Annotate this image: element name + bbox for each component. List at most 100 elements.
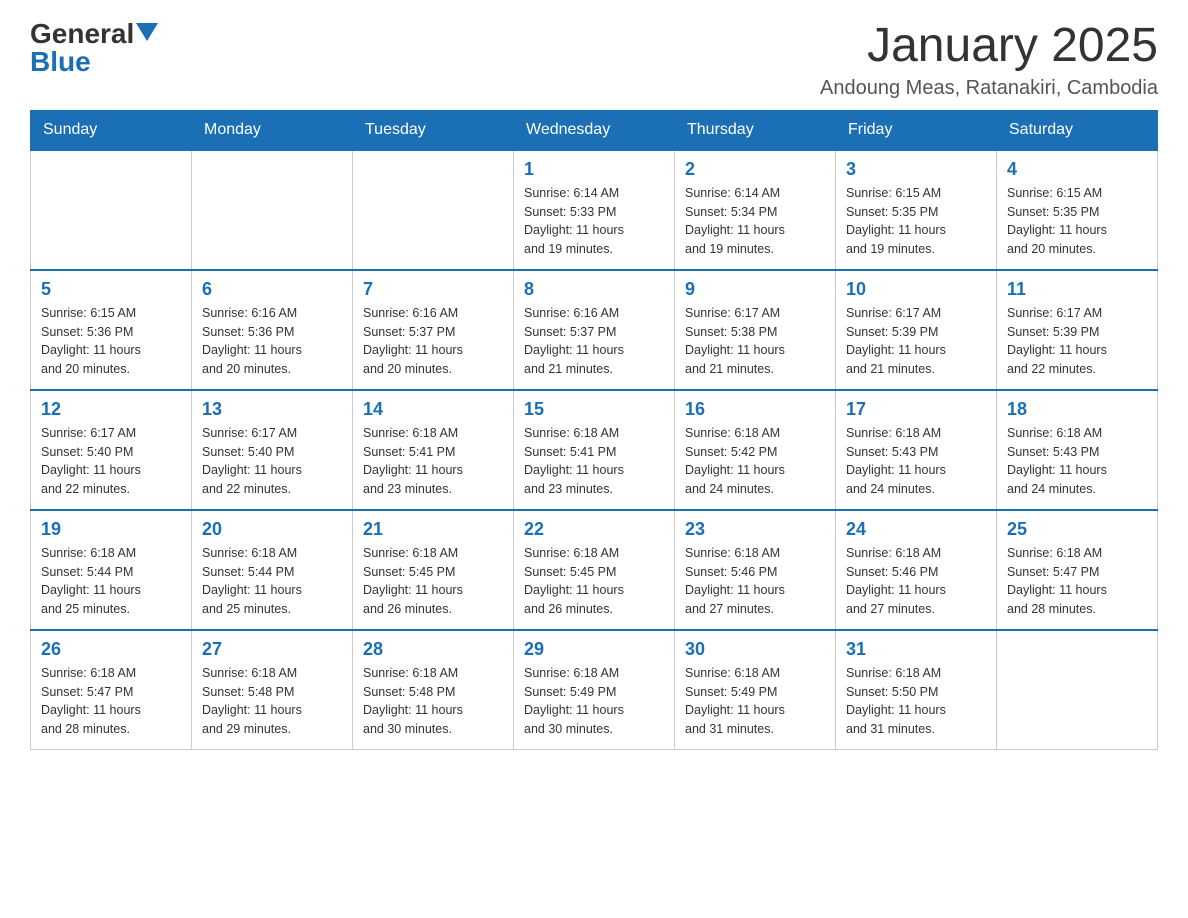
day-info: Sunrise: 6:18 AMSunset: 5:43 PMDaylight:… bbox=[846, 424, 986, 499]
day-info: Sunrise: 6:17 AMSunset: 5:39 PMDaylight:… bbox=[846, 304, 986, 379]
calendar-cell: 17 Sunrise: 6:18 AMSunset: 5:43 PMDayligh… bbox=[836, 390, 997, 510]
calendar-cell: 24 Sunrise: 6:18 AMSunset: 5:46 PMDayligh… bbox=[836, 510, 997, 630]
day-info: Sunrise: 6:18 AMSunset: 5:45 PMDaylight:… bbox=[363, 544, 503, 619]
calendar-cell: 2Sunrise: 6:14 AMSunset: 5:34 PMDaylight… bbox=[675, 150, 836, 270]
day-number: 23 bbox=[685, 519, 825, 540]
day-info: Sunrise: 6:17 AMSunset: 5:40 PMDaylight:… bbox=[41, 424, 181, 499]
day-info: Sunrise: 6:18 AMSunset: 5:48 PMDaylight:… bbox=[202, 664, 342, 739]
day-number: 24 bbox=[846, 519, 986, 540]
day-number: 19 bbox=[41, 519, 181, 540]
day-number: 28 bbox=[363, 639, 503, 660]
day-info: Sunrise: 6:14 AMSunset: 5:34 PMDaylight:… bbox=[685, 184, 825, 259]
calendar-cell: 9 Sunrise: 6:17 AMSunset: 5:38 PMDaylight… bbox=[675, 270, 836, 390]
day-number: 25 bbox=[1007, 519, 1147, 540]
day-info: Sunrise: 6:18 AMSunset: 5:48 PMDaylight:… bbox=[363, 664, 503, 739]
calendar-cell bbox=[192, 150, 353, 270]
calendar-cell: 13 Sunrise: 6:17 AMSunset: 5:40 PMDayligh… bbox=[192, 390, 353, 510]
calendar-cell: 27 Sunrise: 6:18 AMSunset: 5:48 PMDayligh… bbox=[192, 630, 353, 750]
day-number: 17 bbox=[846, 399, 986, 420]
day-info: Sunrise: 6:14 AMSunset: 5:33 PMDaylight:… bbox=[524, 184, 664, 259]
day-info: Sunrise: 6:18 AMSunset: 5:50 PMDaylight:… bbox=[846, 664, 986, 739]
day-number: 27 bbox=[202, 639, 342, 660]
day-info: Sunrise: 6:15 AMSunset: 5:35 PMDaylight:… bbox=[846, 184, 986, 259]
day-number: 22 bbox=[524, 519, 664, 540]
day-number: 16 bbox=[685, 399, 825, 420]
calendar-cell: 16 Sunrise: 6:18 AMSunset: 5:42 PMDayligh… bbox=[675, 390, 836, 510]
calendar-cell: 18Sunrise: 6:18 AMSunset: 5:43 PMDayligh… bbox=[997, 390, 1158, 510]
logo-arrow-icon bbox=[136, 23, 158, 41]
calendar-cell: 22 Sunrise: 6:18 AMSunset: 5:45 PMDayligh… bbox=[514, 510, 675, 630]
day-number: 7 bbox=[363, 279, 503, 300]
day-number: 3 bbox=[846, 159, 986, 180]
day-number: 21 bbox=[363, 519, 503, 540]
day-info: Sunrise: 6:15 AMSunset: 5:35 PMDaylight:… bbox=[1007, 184, 1147, 259]
day-number: 9 bbox=[685, 279, 825, 300]
logo-blue-text: Blue bbox=[30, 46, 91, 77]
calendar-cell: 4 Sunrise: 6:15 AMSunset: 5:35 PMDaylight… bbox=[997, 150, 1158, 270]
day-info: Sunrise: 6:16 AMSunset: 5:37 PMDaylight:… bbox=[363, 304, 503, 379]
title-section: January 2025 Andoung Meas, Ratanakiri, C… bbox=[820, 20, 1158, 100]
calendar-cell: 30Sunrise: 6:18 AMSunset: 5:49 PMDayligh… bbox=[675, 630, 836, 750]
day-number: 5 bbox=[41, 279, 181, 300]
calendar-cell bbox=[31, 150, 192, 270]
calendar-cell: 29 Sunrise: 6:18 AMSunset: 5:49 PMDayligh… bbox=[514, 630, 675, 750]
location: Andoung Meas, Ratanakiri, Cambodia bbox=[820, 77, 1158, 100]
calendar-cell: 5Sunrise: 6:15 AMSunset: 5:36 PMDaylight… bbox=[31, 270, 192, 390]
calendar-cell: 19 Sunrise: 6:18 AMSunset: 5:44 PMDayligh… bbox=[31, 510, 192, 630]
day-number: 10 bbox=[846, 279, 986, 300]
calendar-header-wednesday: Wednesday bbox=[514, 110, 675, 150]
calendar-header-saturday: Saturday bbox=[997, 110, 1158, 150]
day-info: Sunrise: 6:18 AMSunset: 5:45 PMDaylight:… bbox=[524, 544, 664, 619]
day-number: 30 bbox=[685, 639, 825, 660]
calendar-cell: 15 Sunrise: 6:18 AMSunset: 5:41 PMDayligh… bbox=[514, 390, 675, 510]
calendar-cell: 28 Sunrise: 6:18 AMSunset: 5:48 PMDayligh… bbox=[353, 630, 514, 750]
day-info: Sunrise: 6:16 AMSunset: 5:37 PMDaylight:… bbox=[524, 304, 664, 379]
day-number: 18 bbox=[1007, 399, 1147, 420]
calendar-cell: 25 Sunrise: 6:18 AMSunset: 5:47 PMDayligh… bbox=[997, 510, 1158, 630]
calendar-cell: 23Sunrise: 6:18 AMSunset: 5:46 PMDayligh… bbox=[675, 510, 836, 630]
day-info: Sunrise: 6:18 AMSunset: 5:41 PMDaylight:… bbox=[363, 424, 503, 499]
calendar-cell: 11 Sunrise: 6:17 AMSunset: 5:39 PMDayligh… bbox=[997, 270, 1158, 390]
day-number: 11 bbox=[1007, 279, 1147, 300]
day-info: Sunrise: 6:18 AMSunset: 5:42 PMDaylight:… bbox=[685, 424, 825, 499]
day-info: Sunrise: 6:18 AMSunset: 5:49 PMDaylight:… bbox=[524, 664, 664, 739]
day-info: Sunrise: 6:17 AMSunset: 5:39 PMDaylight:… bbox=[1007, 304, 1147, 379]
calendar-header-row: SundayMondayTuesdayWednesdayThursdayFrid… bbox=[31, 110, 1158, 150]
calendar-cell: 1 Sunrise: 6:14 AMSunset: 5:33 PMDaylight… bbox=[514, 150, 675, 270]
day-number: 15 bbox=[524, 399, 664, 420]
calendar-cell: 14 Sunrise: 6:18 AMSunset: 5:41 PMDayligh… bbox=[353, 390, 514, 510]
day-number: 29 bbox=[524, 639, 664, 660]
day-info: Sunrise: 6:18 AMSunset: 5:44 PMDaylight:… bbox=[41, 544, 181, 619]
calendar-table: SundayMondayTuesdayWednesdayThursdayFrid… bbox=[30, 110, 1158, 751]
logo-general-text: General bbox=[30, 20, 134, 48]
calendar-cell: 26Sunrise: 6:18 AMSunset: 5:47 PMDayligh… bbox=[31, 630, 192, 750]
calendar-cell: 7 Sunrise: 6:16 AMSunset: 5:37 PMDaylight… bbox=[353, 270, 514, 390]
calendar-header-monday: Monday bbox=[192, 110, 353, 150]
calendar-header-thursday: Thursday bbox=[675, 110, 836, 150]
calendar-week-5: 26Sunrise: 6:18 AMSunset: 5:47 PMDayligh… bbox=[31, 630, 1158, 750]
day-info: Sunrise: 6:17 AMSunset: 5:38 PMDaylight:… bbox=[685, 304, 825, 379]
logo: General Blue bbox=[30, 20, 158, 76]
day-number: 1 bbox=[524, 159, 664, 180]
calendar-cell: 21 Sunrise: 6:18 AMSunset: 5:45 PMDayligh… bbox=[353, 510, 514, 630]
day-number: 12 bbox=[41, 399, 181, 420]
calendar-week-2: 5Sunrise: 6:15 AMSunset: 5:36 PMDaylight… bbox=[31, 270, 1158, 390]
calendar-cell: 3 Sunrise: 6:15 AMSunset: 5:35 PMDaylight… bbox=[836, 150, 997, 270]
calendar-cell: 10 Sunrise: 6:17 AMSunset: 5:39 PMDayligh… bbox=[836, 270, 997, 390]
day-info: Sunrise: 6:18 AMSunset: 5:46 PMDaylight:… bbox=[846, 544, 986, 619]
day-info: Sunrise: 6:16 AMSunset: 5:36 PMDaylight:… bbox=[202, 304, 342, 379]
calendar-week-3: 12 Sunrise: 6:17 AMSunset: 5:40 PMDayligh… bbox=[31, 390, 1158, 510]
day-number: 31 bbox=[846, 639, 986, 660]
day-info: Sunrise: 6:18 AMSunset: 5:47 PMDaylight:… bbox=[1007, 544, 1147, 619]
day-number: 20 bbox=[202, 519, 342, 540]
calendar-cell: 12 Sunrise: 6:17 AMSunset: 5:40 PMDayligh… bbox=[31, 390, 192, 510]
day-info: Sunrise: 6:18 AMSunset: 5:41 PMDaylight:… bbox=[524, 424, 664, 499]
calendar-cell: 8 Sunrise: 6:16 AMSunset: 5:37 PMDaylight… bbox=[514, 270, 675, 390]
day-number: 4 bbox=[1007, 159, 1147, 180]
day-number: 8 bbox=[524, 279, 664, 300]
day-info: Sunrise: 6:17 AMSunset: 5:40 PMDaylight:… bbox=[202, 424, 342, 499]
calendar-header-sunday: Sunday bbox=[31, 110, 192, 150]
day-number: 14 bbox=[363, 399, 503, 420]
calendar-cell: 20Sunrise: 6:18 AMSunset: 5:44 PMDayligh… bbox=[192, 510, 353, 630]
day-number: 13 bbox=[202, 399, 342, 420]
